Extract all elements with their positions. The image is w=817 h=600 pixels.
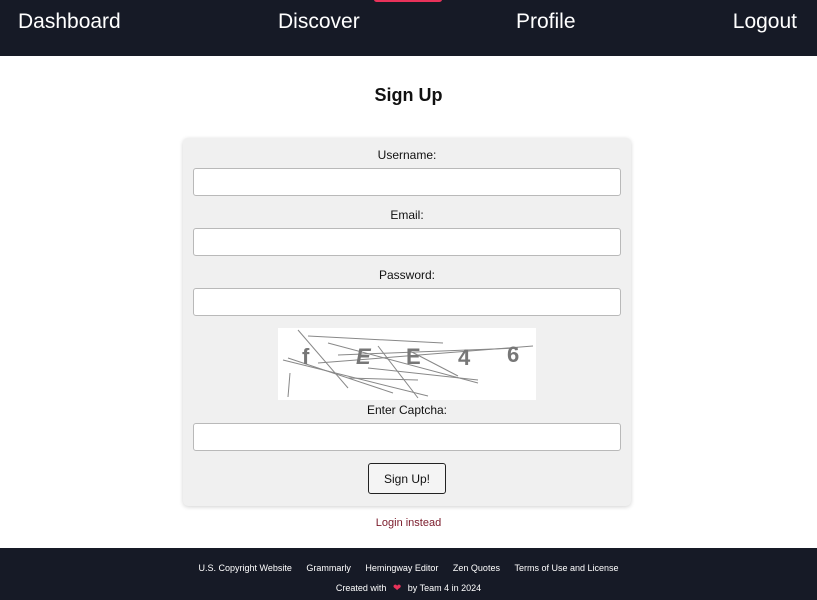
nav-accent-bar	[374, 0, 442, 2]
captcha-char-4: 4	[458, 345, 471, 370]
credit-prefix: Created with	[335, 583, 387, 593]
password-input[interactable]	[193, 288, 621, 316]
captcha-image: f E E 4 6	[278, 328, 536, 400]
signup-form: Username: Email: Password: f E E 4 6 Ent…	[183, 138, 631, 506]
credit-suffix: by Team 4 in 2024	[407, 583, 482, 593]
captcha-char-1: f	[302, 344, 310, 369]
username-input[interactable]	[193, 168, 621, 196]
nav-discover-link[interactable]: Discover	[278, 9, 360, 35]
heart-icon: ❤	[392, 583, 402, 594]
username-label: Username:	[377, 148, 437, 162]
email-label: Email:	[390, 208, 424, 222]
email-input[interactable]	[193, 228, 621, 256]
password-label: Password:	[378, 268, 436, 282]
captcha-char-2: E	[356, 344, 372, 369]
captcha-input[interactable]	[193, 423, 621, 451]
footer-link-terms[interactable]: Terms of Use and License	[514, 563, 618, 573]
page-title: Sign Up	[374, 85, 443, 105]
nav-logout-link[interactable]: Logout	[733, 9, 797, 35]
footer-credit: Created with ❤ by Team 4 in 2024	[0, 583, 817, 594]
footer-link-grammarly[interactable]: Grammarly	[306, 563, 351, 573]
footer: U.S. Copyright Website Grammarly Hemingw…	[0, 548, 817, 600]
footer-link-hemingway[interactable]: Hemingway Editor	[365, 563, 438, 573]
signup-page: Dashboard Discover Profile Logout Sign U…	[0, 0, 817, 600]
captcha-char-5: 6	[507, 342, 519, 367]
footer-link-copyright[interactable]: U.S. Copyright Website	[198, 563, 291, 573]
login-instead-link[interactable]: Login instead	[0, 517, 817, 529]
nav-profile-link[interactable]: Profile	[516, 9, 576, 35]
nav-dashboard-link[interactable]: Dashboard	[18, 9, 121, 35]
sign-up-button[interactable]: Sign Up!	[368, 463, 446, 494]
top-navigation: Dashboard Discover Profile Logout	[0, 0, 817, 56]
captcha-char-3: E	[406, 344, 421, 369]
captcha-label: Enter Captcha:	[366, 403, 448, 417]
footer-link-zen-quotes[interactable]: Zen Quotes	[453, 563, 500, 573]
footer-links: U.S. Copyright Website Grammarly Hemingw…	[0, 563, 817, 573]
captcha-graphic: f E E 4 6	[282, 329, 534, 399]
